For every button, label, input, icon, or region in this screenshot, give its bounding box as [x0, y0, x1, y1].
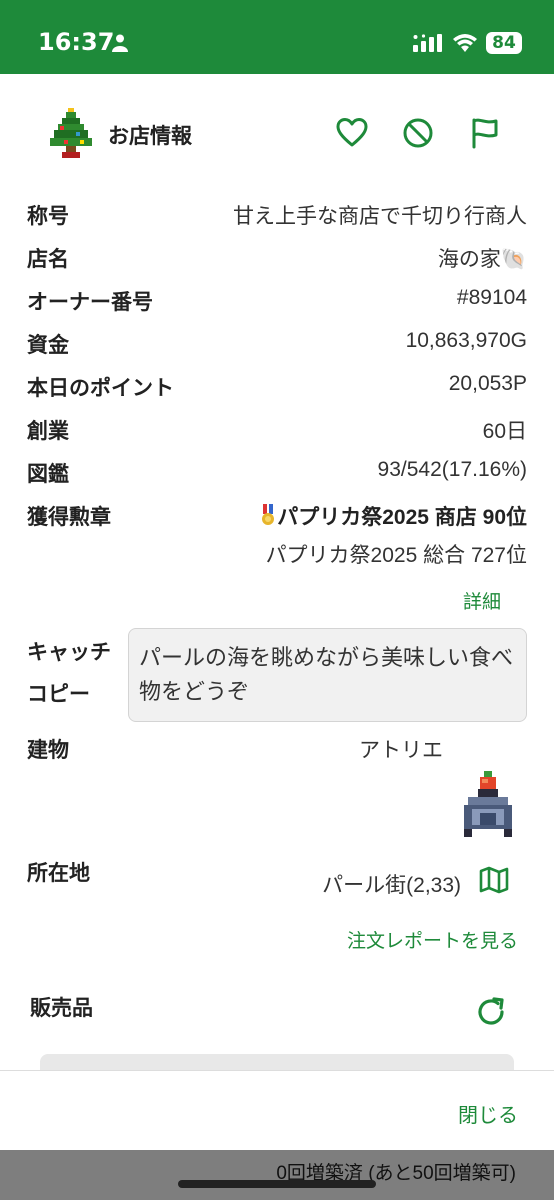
medal-detail-link[interactable]: 詳細 [463, 587, 501, 614]
field-value: #89104 [456, 286, 527, 309]
page-title: お店情報 [108, 125, 192, 148]
tree-icon [50, 108, 92, 158]
field-value: 10,863,970G [405, 329, 527, 352]
medal-secondary: パプリカ祭2025 総合 727位 [265, 544, 527, 567]
field-value: 20,053P [448, 372, 527, 395]
map-icon[interactable] [478, 864, 510, 896]
field-label: 建物 [27, 739, 69, 762]
field-value: 甘え上手な商店で千切り行商人 [233, 205, 527, 228]
battery-level: 84 [486, 32, 522, 54]
field-label: 店名 [27, 248, 69, 271]
field-label: 獲得勲章 [27, 506, 111, 529]
catchcopy-label-line1: キャッチ [27, 641, 111, 664]
field-medals-row: 獲得勲章 パプリカ祭2025 商店 90位 パプリカ祭2025 総合 727位 [27, 501, 527, 581]
refresh-icon[interactable] [474, 995, 508, 1029]
building-icon [464, 771, 512, 837]
signal-icon [413, 34, 442, 52]
products-label: 販売品 [30, 997, 93, 1020]
background-page: 0回増築済 (あと50回増築可) [0, 1150, 554, 1200]
products-list [40, 1054, 514, 1070]
field-label: 創業 [27, 420, 69, 443]
medal-primary-text: パプリカ祭2025 商店 90位 [277, 506, 527, 529]
catchcopy-label: キャッチ コピー [27, 632, 127, 716]
person-icon [112, 34, 128, 52]
status-bar: 16:37 84 [0, 0, 554, 74]
catchcopy-text: パールの海を眺めながら美味しい食べ物をどうぞ [128, 628, 527, 722]
status-time: 16:37 [38, 28, 115, 56]
field-value: 60日 [482, 420, 527, 443]
home-indicator[interactable] [178, 1180, 376, 1188]
field-label: 称号 [27, 205, 69, 228]
field-label: 本日のポイント [27, 377, 174, 400]
modal-footer: 閉じる [0, 1070, 554, 1150]
field-value: 93/542(17.16%) [377, 458, 527, 481]
order-report-link[interactable]: 注文レポートを見る [347, 926, 518, 953]
close-button[interactable]: 閉じる [458, 1099, 518, 1128]
flag-icon[interactable] [468, 116, 502, 150]
heart-icon[interactable] [335, 116, 369, 150]
shop-info-sheet: お店情報 称号 甘え上手な商店で千切り行商人 店名 海の家🐚 オーナー番号 #8… [0, 74, 554, 1070]
sheet-header: お店情報 [0, 104, 554, 164]
field-label: 所在地 [27, 862, 90, 885]
medal-primary: パプリカ祭2025 商店 90位 [261, 501, 527, 531]
catchcopy-label-line2: コピー [27, 683, 90, 706]
field-value: パール街(2,33) [322, 874, 461, 897]
field-value: 海の家🐚 [437, 248, 527, 271]
wifi-icon [453, 34, 477, 52]
medal-icon [262, 504, 275, 525]
field-value: アトリエ [359, 739, 443, 762]
field-label: 資金 [27, 334, 69, 357]
block-icon[interactable] [401, 116, 435, 150]
field-label: 図鑑 [27, 463, 69, 486]
field-label: オーナー番号 [27, 291, 153, 314]
